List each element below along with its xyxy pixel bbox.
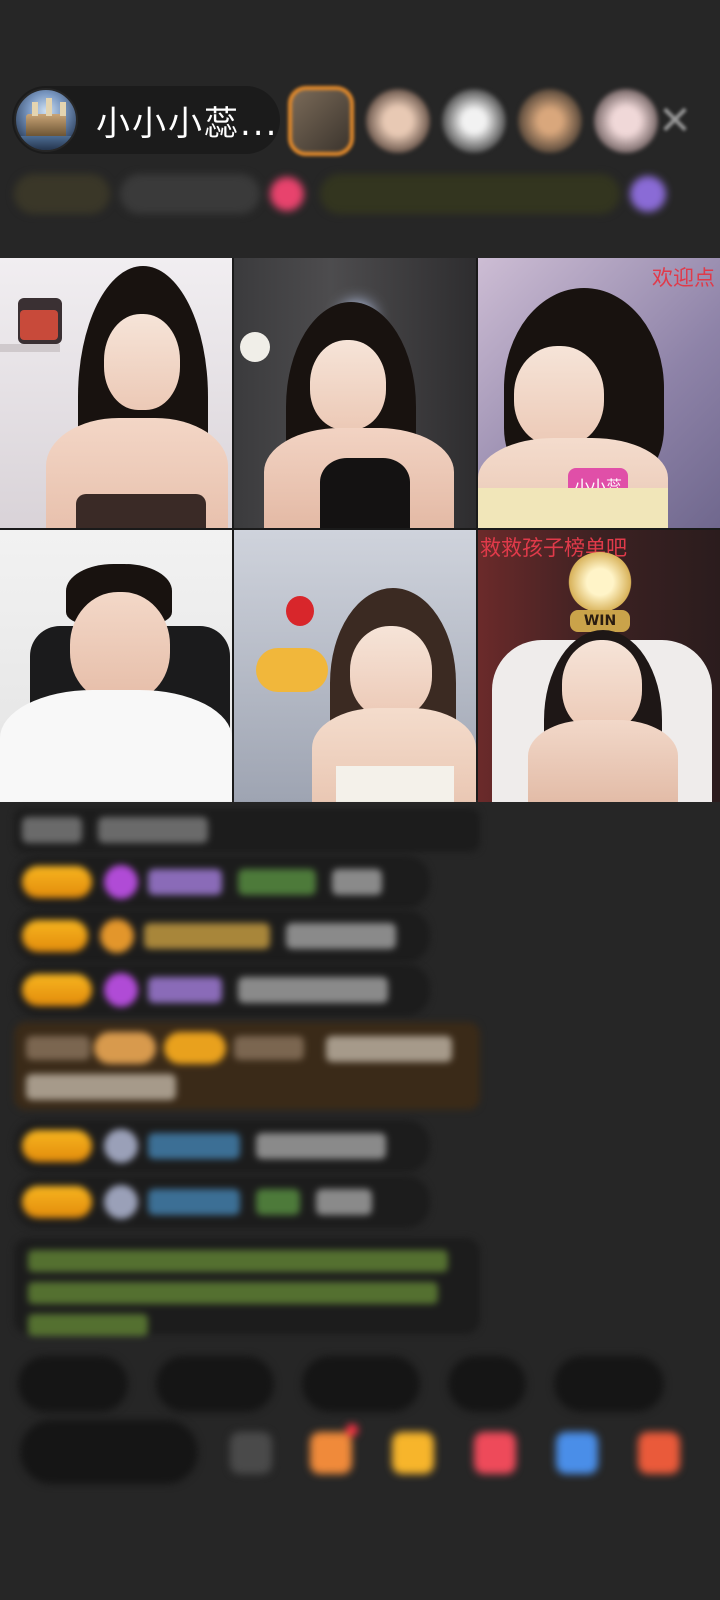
quick-reply-bar[interactable]: [18, 1356, 664, 1412]
chat-message[interactable]: [14, 910, 430, 962]
multi-guest-grid: 欢迎点 小小蕊 救救孩子榜单吧 WIN: [0, 258, 720, 802]
guest-tile-3[interactable]: 欢迎点 小小蕊: [478, 258, 720, 528]
gift-icon[interactable]: [270, 177, 304, 211]
guest-tile-5[interactable]: [234, 530, 476, 802]
close-icon[interactable]: ✕: [650, 96, 700, 146]
host-avatar[interactable]: [14, 88, 78, 152]
chat-message[interactable]: [14, 1176, 430, 1228]
chat-input[interactable]: [20, 1420, 198, 1484]
heart-gift-icon[interactable]: [474, 1432, 516, 1474]
live-room: 小小小蕊... ✕ 欢迎点 小小蕊 救救孩子榜单吧 WIN: [0, 0, 720, 1600]
viewer-list[interactable]: [288, 86, 658, 156]
chat-message[interactable]: [14, 856, 430, 908]
quick-reply-button[interactable]: [554, 1356, 664, 1412]
room-info-bar[interactable]: [14, 166, 690, 222]
system-notice: [14, 1238, 480, 1336]
guest-tile-4[interactable]: [0, 530, 232, 802]
guest-tile-6[interactable]: 救救孩子榜单吧 WIN: [478, 530, 720, 802]
viewer-avatar[interactable]: [366, 89, 430, 153]
chat-message[interactable]: [14, 1120, 430, 1172]
gift-box-icon[interactable]: [310, 1432, 352, 1474]
lottery-icon[interactable]: [392, 1432, 434, 1474]
viewer-avatar[interactable]: [288, 86, 354, 156]
viewer-avatar[interactable]: [518, 89, 582, 153]
activity-banner[interactable]: [320, 174, 620, 214]
chat-message[interactable]: [14, 964, 430, 1016]
quick-reply-button[interactable]: [156, 1356, 274, 1412]
chat-highlight-message[interactable]: [14, 1022, 480, 1110]
welcome-overlay: 欢迎点: [652, 266, 715, 290]
notification-dot: [346, 1424, 358, 1436]
quick-reply-button[interactable]: [302, 1356, 420, 1412]
guest-tile-1[interactable]: [0, 258, 232, 528]
viewer-avatar[interactable]: [442, 89, 506, 153]
host-info[interactable]: 小小小蕊...: [12, 86, 280, 154]
quick-reply-button[interactable]: [18, 1356, 128, 1412]
fans-chip[interactable]: [120, 174, 260, 214]
quick-reply-button[interactable]: [448, 1356, 526, 1412]
emoji-icon[interactable]: [230, 1432, 272, 1474]
win-badge: WIN: [570, 610, 630, 632]
level-badge[interactable]: [14, 174, 110, 214]
chat-message[interactable]: [14, 808, 480, 852]
game-icon[interactable]: [556, 1432, 598, 1474]
host-name: 小小小蕊...: [96, 103, 279, 144]
guest-tile-2[interactable]: [234, 258, 476, 528]
bottom-toolbar: [0, 1420, 720, 1490]
more-tools-icon[interactable]: [638, 1432, 680, 1474]
more-icon[interactable]: [630, 176, 666, 212]
viewer-avatar[interactable]: [594, 89, 658, 153]
